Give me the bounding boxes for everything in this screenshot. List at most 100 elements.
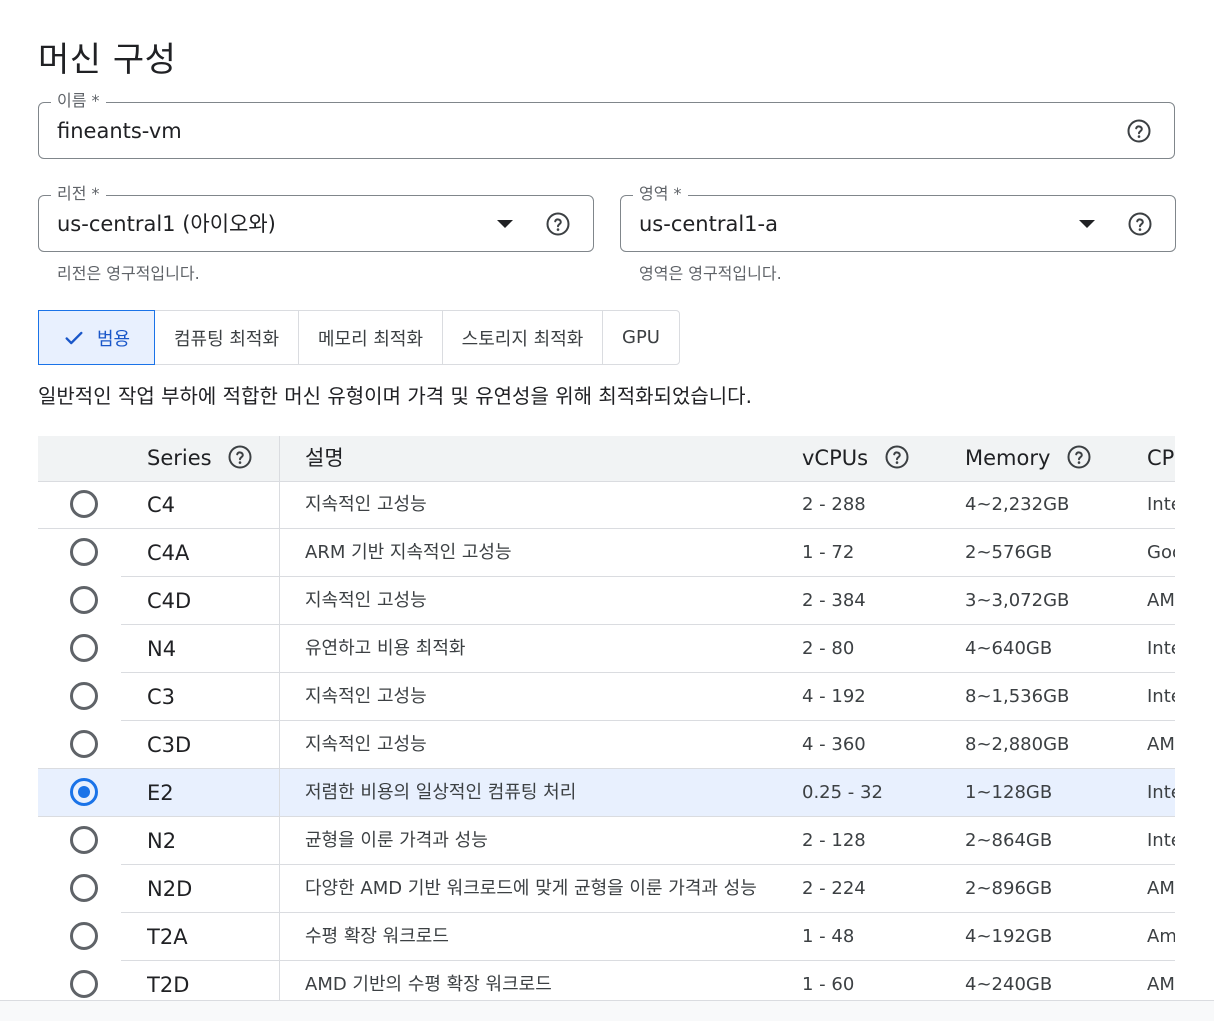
help-icon[interactable]: [885, 445, 909, 469]
table-row[interactable]: T2A 수평 확장 워크로드 1 - 48 4~192GB Am: [38, 913, 1175, 961]
series-radio[interactable]: [70, 826, 98, 854]
region-value[interactable]: us-central1 (아이오와): [57, 210, 276, 238]
description-cell: 균형을 이룬 가격과 성능: [305, 830, 488, 851]
series-radio[interactable]: [70, 730, 98, 758]
cpu-cell: AM: [1147, 878, 1175, 899]
table-row[interactable]: T2D AMD 기반의 수평 확장 워크로드 1 - 60 4~240GB AM: [38, 961, 1175, 1000]
cpu-cell: Inte: [1147, 686, 1175, 707]
tab-description: 일반적인 작업 부하에 적합한 머신 유형이며 가격 및 유연성을 위해 최적화…: [38, 384, 752, 408]
memory-cell: 4~240GB: [965, 974, 1053, 995]
tab-label: 메모리 최적화: [317, 328, 424, 350]
table-row[interactable]: C4D 지속적인 고성능 2 - 384 3~3,072GB AM: [38, 577, 1175, 625]
description-cell: ARM 기반 지속적인 고성능: [305, 542, 512, 563]
cpu-cell: Inte: [1147, 782, 1175, 803]
tab-label: 컴퓨팅 최적화: [173, 328, 280, 350]
machine-family-tabs: 범용 컴퓨팅 최적화 메모리 최적화 스토리지 최적화 GPU: [38, 310, 680, 365]
series-radio[interactable]: [70, 586, 98, 614]
zone-select[interactable]: 영역 * us-central1-a: [620, 184, 1176, 252]
vcpus-cell: 0.25 - 32: [802, 782, 883, 803]
series-cell: E2: [147, 781, 174, 805]
cpu-cell: Inte: [1147, 830, 1175, 851]
tab-gpu[interactable]: GPU: [603, 311, 679, 364]
zone-value[interactable]: us-central1-a: [639, 210, 778, 238]
series-radio[interactable]: [70, 922, 98, 950]
vcpus-cell: 2 - 80: [802, 638, 855, 659]
description-cell: 다양한 AMD 기반 워크로드에 맞게 균형을 이룬 가격과 성능: [305, 878, 757, 899]
tab-compute-optimized[interactable]: 컴퓨팅 최적화: [155, 311, 299, 364]
cpu-cell: AM: [1147, 590, 1175, 611]
cpu-cell: AM: [1147, 974, 1175, 995]
series-cell: C4D: [147, 589, 192, 613]
vcpus-cell: 1 - 60: [802, 974, 855, 995]
help-icon[interactable]: [1127, 119, 1151, 143]
series-radio[interactable]: [70, 538, 98, 566]
table-row[interactable]: N4 유연하고 비용 최적화 2 - 80 4~640GB Inte: [38, 625, 1175, 673]
series-radio[interactable]: [70, 490, 98, 518]
vcpus-cell: 1 - 72: [802, 542, 855, 563]
description-cell: 저렴한 비용의 일상적인 컴퓨팅 처리: [305, 782, 577, 803]
tab-general-purpose[interactable]: 범용: [38, 310, 155, 365]
series-radio[interactable]: [70, 634, 98, 662]
memory-header-label: Memory: [965, 446, 1051, 470]
page-title: 머신 구성: [38, 40, 177, 80]
table-row[interactable]: N2 균형을 이룬 가격과 성능 2 - 128 2~864GB Inte: [38, 817, 1175, 865]
description-cell: 지속적인 고성능: [305, 734, 427, 755]
check-icon: [65, 331, 83, 344]
name-input[interactable]: fineants-vm: [57, 117, 182, 145]
series-radio[interactable]: [70, 682, 98, 710]
vcpus-cell: 2 - 128: [802, 830, 866, 851]
table-row[interactable]: E2 저렴한 비용의 일상적인 컴퓨팅 처리 0.25 - 32 1~128GB Int…: [38, 769, 1175, 817]
cpu-cell: Goo: [1147, 542, 1175, 563]
tab-label: GPU: [622, 327, 660, 348]
memory-cell: 2~864GB: [965, 830, 1053, 851]
series-cell: C4A: [147, 541, 190, 565]
table-row[interactable]: C3 지속적인 고성능 4 - 192 8~1,536GB Inte: [38, 673, 1175, 721]
description-cell: 수평 확장 워크로드: [305, 926, 449, 947]
dropdown-caret-icon[interactable]: [497, 220, 513, 228]
series-header: Series: [147, 436, 252, 481]
help-icon[interactable]: [1128, 212, 1152, 236]
vcpus-cell: 2 - 384: [802, 590, 866, 611]
table-row[interactable]: C3D 지속적인 고성능 4 - 360 8~2,880GB AM: [38, 721, 1175, 769]
memory-cell: 1~128GB: [965, 782, 1053, 803]
dropdown-caret-icon[interactable]: [1079, 220, 1095, 228]
description-cell: 유연하고 비용 최적화: [305, 638, 466, 659]
memory-cell: 2~576GB: [965, 542, 1053, 563]
cpu-cell: Inte: [1147, 494, 1175, 515]
zone-hint: 영역은 영구적입니다.: [639, 264, 782, 283]
tab-memory-optimized[interactable]: 메모리 최적화: [299, 311, 443, 364]
series-radio[interactable]: [70, 874, 98, 902]
series-cell: N2: [147, 829, 177, 853]
region-field-label: 리전 *: [51, 184, 106, 204]
name-field-label: 이름 *: [51, 91, 106, 111]
series-cell: C4: [147, 493, 176, 517]
help-icon[interactable]: [546, 212, 570, 236]
help-icon[interactable]: [228, 445, 252, 469]
table-header: Series 설명 vCPUs Memory CP: [38, 436, 1175, 482]
table-row[interactable]: C4A ARM 기반 지속적인 고성능 1 - 72 2~576GB Goo: [38, 529, 1175, 577]
vcpus-cell: 1 - 48: [802, 926, 855, 947]
tab-storage-optimized[interactable]: 스토리지 최적화: [443, 311, 603, 364]
description-cell: AMD 기반의 수평 확장 워크로드: [305, 974, 552, 995]
series-cell: T2D: [147, 973, 190, 997]
vcpus-cell: 2 - 224: [802, 878, 866, 899]
table-row[interactable]: C4 지속적인 고성능 2 - 288 4~2,232GB Inte: [38, 481, 1175, 529]
machine-series-table: Series 설명 vCPUs Memory CP C4 지속적인 고성능 2 …: [38, 436, 1175, 1000]
column-divider: [279, 436, 280, 1000]
series-radio[interactable]: [70, 778, 98, 806]
description-cell: 지속적인 고성능: [305, 686, 427, 707]
series-radio[interactable]: [70, 970, 98, 998]
vcpus-header: vCPUs: [802, 436, 909, 481]
memory-cell: 2~896GB: [965, 878, 1053, 899]
table-row[interactable]: N2D 다양한 AMD 기반 워크로드에 맞게 균형을 이룬 가격과 성능 2 - …: [38, 865, 1175, 913]
series-cell: N2D: [147, 877, 193, 901]
tab-label: 스토리지 최적화: [461, 328, 584, 350]
name-field[interactable]: 이름 * fineants-vm: [38, 91, 1175, 159]
memory-cell: 4~192GB: [965, 926, 1053, 947]
memory-cell: 4~2,232GB: [965, 494, 1070, 515]
help-icon[interactable]: [1067, 445, 1091, 469]
region-select[interactable]: 리전 * us-central1 (아이오와): [38, 184, 594, 252]
bottom-bar: [0, 1000, 1214, 1021]
zone-field-label: 영역 *: [633, 184, 688, 204]
series-header-label: Series: [147, 446, 212, 470]
